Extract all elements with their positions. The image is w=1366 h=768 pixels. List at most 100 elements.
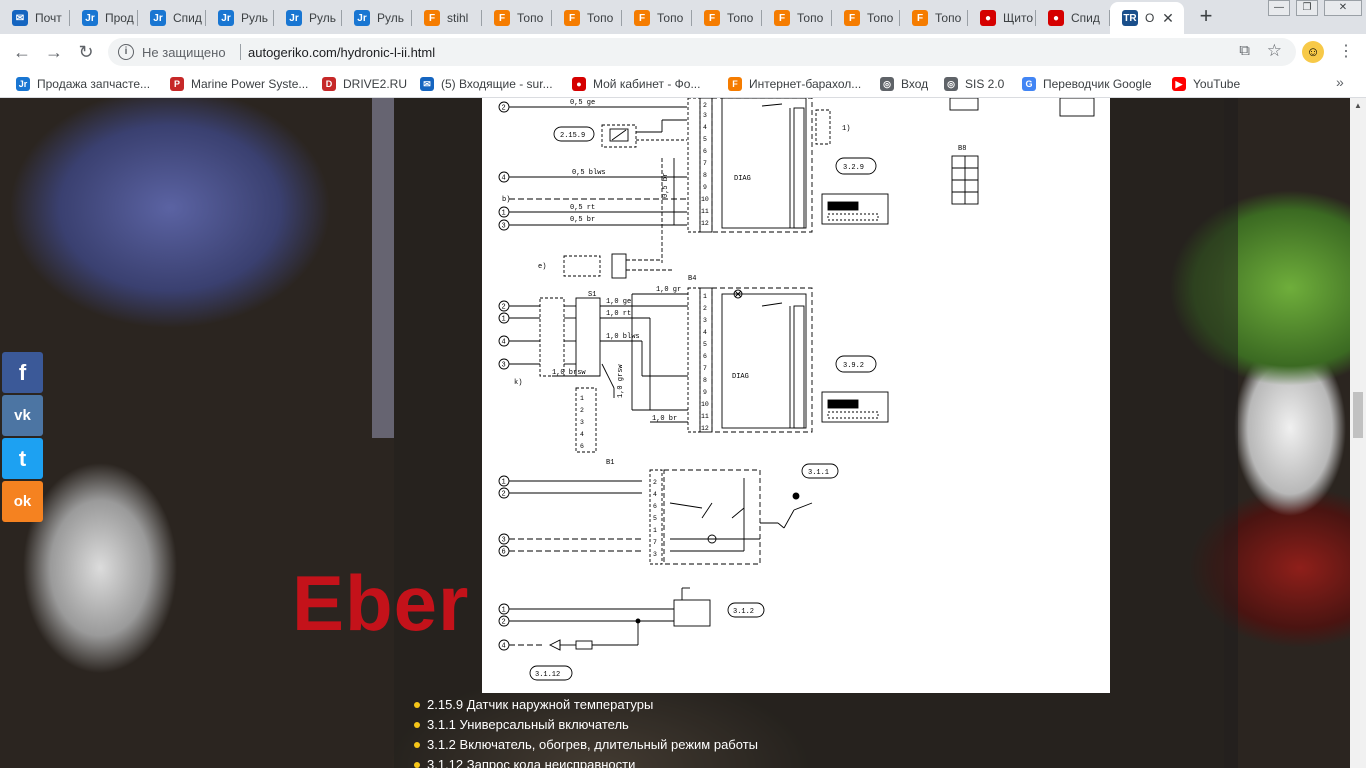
facebook-share-button[interactable]: f — [2, 352, 43, 393]
odnoklassniki-share-button[interactable]: ok — [2, 481, 43, 522]
wire-label: 1,0 br — [652, 415, 677, 423]
browser-tab[interactable]: F Топо — [622, 2, 692, 34]
browser-tab[interactable]: ● Щито — [968, 2, 1036, 34]
wire-label: 1,0 grsw — [617, 364, 625, 398]
browser-tab[interactable]: F Топо — [482, 2, 552, 34]
scroll-thumb[interactable] — [1353, 392, 1363, 438]
ref-label: 3.1.1 — [808, 469, 829, 477]
twitter-icon: t — [18, 445, 27, 471]
svg-text:10: 10 — [701, 196, 709, 203]
mail-icon: ✉ — [12, 10, 28, 26]
bookmark-item[interactable]: ✉ (5) Входящие - sur... — [420, 75, 553, 93]
scroll-up-arrow-icon[interactable]: ▲ — [1350, 98, 1366, 114]
browser-tab[interactable]: Fstihl — [412, 2, 482, 34]
bookmark-item[interactable]: F Интернет-барахол... — [728, 75, 861, 93]
odnoklassniki-icon: ok — [13, 493, 32, 510]
bookmark-item[interactable]: ◎ SIS 2.0 — [944, 75, 1004, 93]
svg-text:7: 7 — [653, 539, 657, 546]
ref-label: 3.1.2 — [733, 608, 754, 616]
maximize-button[interactable]: ❐ — [1296, 0, 1318, 16]
forward-button[interactable]: → — [42, 40, 66, 64]
url-text[interactable]: autogeriko.com/hydronic-l-ii.html — [248, 45, 435, 60]
drom-icon: ● — [980, 10, 996, 26]
browser-tab[interactable]: ● Спид — [1036, 2, 1110, 34]
svg-text:10: 10 — [701, 401, 709, 408]
sis-icon: ◎ — [944, 77, 958, 91]
connector-label: 3 — [502, 223, 506, 231]
browser-tab[interactable]: F Топо — [692, 2, 762, 34]
diagram-last-section: 1 2 4 3.1.2 3.1.12 — [498, 587, 765, 681]
background-stripe-right — [1224, 98, 1238, 768]
close-tab-icon[interactable]: ✕ — [1160, 10, 1176, 26]
youtube-icon: ▶ — [1172, 77, 1186, 91]
bookmark-star-icon[interactable]: ☆ — [1267, 41, 1282, 61]
reload-button[interactable]: ↻ — [74, 40, 98, 64]
svg-text:11: 11 — [701, 413, 709, 420]
note-label: b) — [502, 196, 510, 204]
tab-label: Топо — [867, 11, 894, 25]
browser-tab[interactable]: Jr Руль — [342, 2, 412, 34]
tab-label: Топо — [935, 11, 962, 25]
browser-toolbar: ← → ↻ i Не защищено autogeriko.com/hydro… — [0, 34, 1366, 70]
wire-label: 1,0 brsw — [552, 369, 586, 377]
tab-label: stihl — [447, 11, 469, 25]
page-heading: Eber — [292, 559, 470, 647]
svg-text:2: 2 — [653, 479, 657, 486]
svg-text:2: 2 — [703, 102, 707, 109]
diag-label: DIAG — [732, 373, 749, 381]
bookmark-label: DRIVE2.RU — [343, 77, 408, 91]
list-item: 2.15.9 Датчик наружной температуры — [412, 695, 758, 715]
tab-label: О — [1145, 11, 1155, 25]
close-window-button[interactable]: ✕ — [1324, 0, 1362, 16]
wire-label: 0,5 blws — [572, 169, 606, 177]
browser-tab[interactable]: F Топо — [832, 2, 900, 34]
svg-text:7: 7 — [703, 160, 707, 167]
tab-label: Топо — [727, 11, 754, 25]
diagram-top-section: 2 0,5 ge 2.15.9 4 0,5 blws b) 1 0,5 rt 3… — [498, 98, 889, 279]
diagram-b1-section: B1 1 2 3 6 2465173 3.1.1 — [498, 459, 839, 565]
extension-icon[interactable]: ⧉ — [1239, 42, 1250, 59]
browser-tab[interactable]: Jr Прод — [70, 2, 138, 34]
f-icon: F — [844, 10, 860, 26]
bookmark-item[interactable]: G Переводчик Google — [1022, 75, 1152, 93]
svg-text:8: 8 — [703, 377, 707, 384]
vertical-scrollbar[interactable]: ▲ — [1350, 98, 1366, 768]
svg-text:1: 1 — [653, 527, 657, 534]
browser-tab[interactable]: F Топо — [762, 2, 832, 34]
browser-tab[interactable]: Jr Спид — [138, 2, 206, 34]
svg-text:6: 6 — [703, 148, 707, 155]
connector-label: 4 — [502, 175, 506, 183]
bookmark-item[interactable]: P Marine Power Syste... — [170, 75, 308, 93]
browser-tab[interactable]: Jr Руль — [206, 2, 274, 34]
twitter-share-button[interactable]: t — [2, 438, 43, 479]
bookmark-item[interactable]: Jr Продажа запчасте... — [16, 75, 150, 93]
bookmarks-more-button[interactable]: » — [1336, 74, 1344, 90]
browser-tab[interactable]: ✉ Почт — [0, 2, 70, 34]
wire-label: 0,5 rt — [570, 204, 595, 212]
browser-tab[interactable]: Jr Руль — [274, 2, 342, 34]
browser-tab[interactable]: F Топо — [552, 2, 622, 34]
browser-tab[interactable]: TR О ✕ — [1110, 2, 1184, 34]
svg-text:4: 4 — [703, 124, 707, 131]
minimize-button[interactable]: — — [1268, 0, 1290, 16]
bookmark-item[interactable]: ▶ YouTube — [1172, 75, 1240, 93]
connector-label: 2 — [502, 619, 506, 627]
bookmark-item[interactable]: D DRIVE2.RU — [322, 75, 407, 93]
address-bar[interactable]: i Не защищено autogeriko.com/hydronic-l-… — [108, 38, 1296, 66]
tab-label: Почт — [35, 11, 62, 25]
menu-kebab-icon[interactable]: ⋮ — [1336, 42, 1356, 62]
sensor-box — [601, 124, 637, 148]
info-icon[interactable]: i — [118, 44, 134, 60]
svg-text:9: 9 — [703, 389, 707, 396]
svg-text:12: 12 — [701, 220, 709, 227]
tab-label: Щито — [1003, 11, 1033, 25]
bookmark-label: SIS 2.0 — [965, 77, 1005, 91]
note-label: e) — [538, 263, 546, 271]
bookmark-item[interactable]: ◎ Вход — [880, 75, 928, 93]
bookmark-item[interactable]: ● Мой кабинет - Фо... — [572, 75, 700, 93]
vk-share-button[interactable]: vk — [2, 395, 43, 436]
browser-tab[interactable]: F Топо — [900, 2, 968, 34]
profile-avatar-icon[interactable]: ☺ — [1302, 41, 1324, 63]
back-button[interactable]: ← — [10, 40, 34, 64]
new-tab-button[interactable]: + — [1194, 5, 1218, 29]
